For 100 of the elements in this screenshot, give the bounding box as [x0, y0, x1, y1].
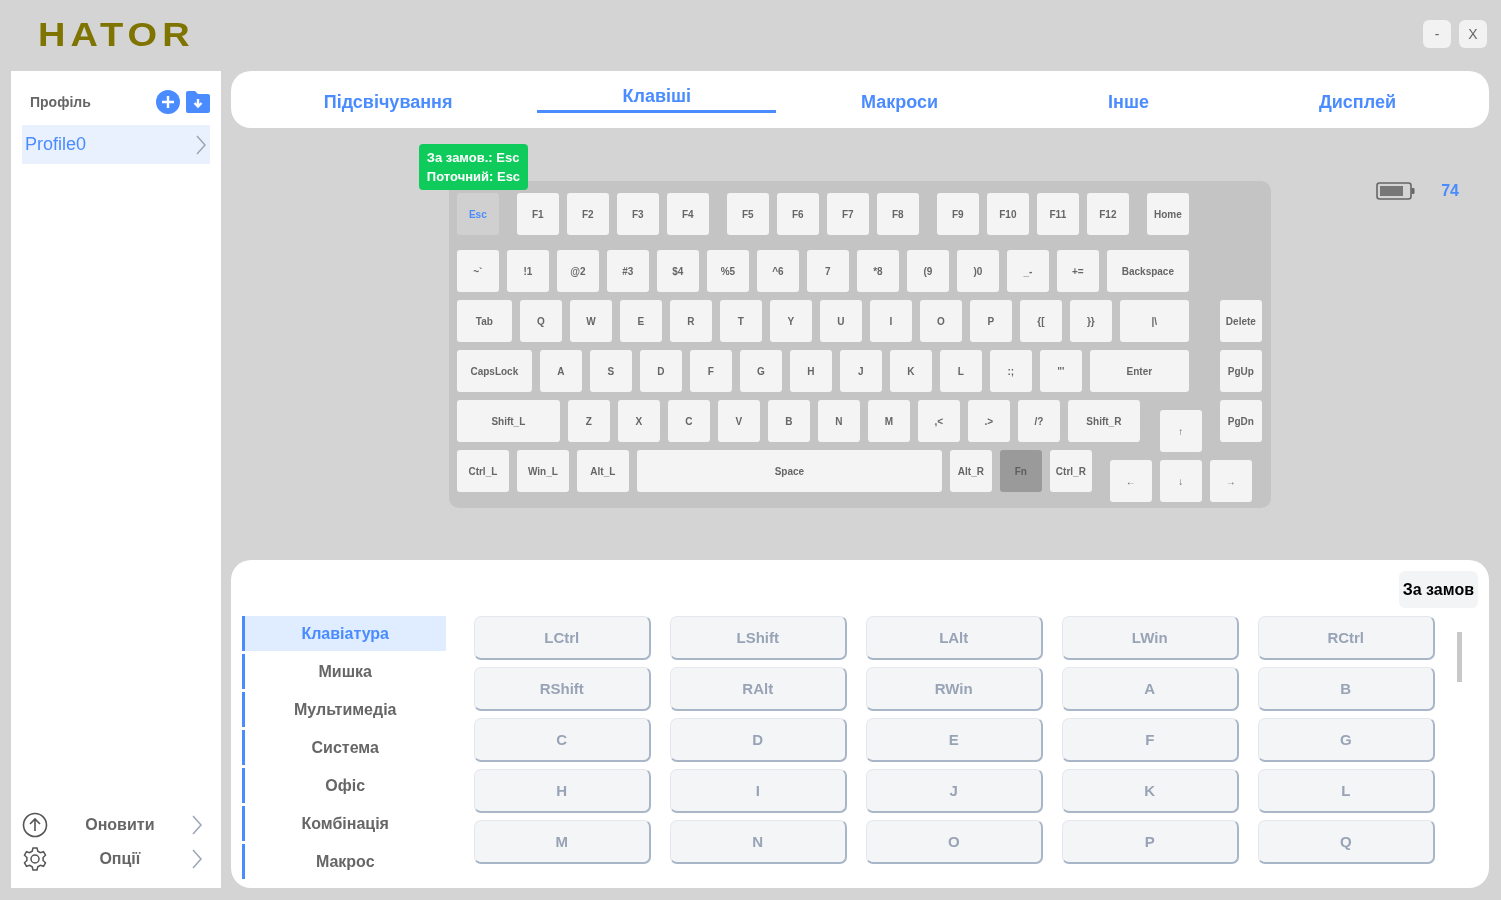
keyboard-key[interactable]: 7 [806, 250, 849, 292]
keyboard-key[interactable]: Space [636, 450, 942, 492]
keyboard-key[interactable]: Shift_R [1067, 400, 1140, 442]
keyboard-key[interactable]: W [569, 300, 612, 342]
keyboard-key[interactable]: K [889, 350, 932, 392]
keyboard-key[interactable]: U [819, 300, 862, 342]
keyboard-key[interactable]: O [919, 300, 962, 342]
keyboard-key[interactable]: PgUp [1219, 350, 1262, 392]
keyboard-key[interactable]: Tab [456, 300, 512, 342]
keyboard-key[interactable]: #3 [606, 250, 649, 292]
keyboard-key[interactable]: !1 [506, 250, 549, 292]
keyboard-key[interactable]: D [639, 350, 682, 392]
keyboard-key[interactable]: }} [1069, 300, 1112, 342]
keyboard-key[interactable]: Enter [1089, 350, 1189, 392]
keyboard-key[interactable]: %5 [706, 250, 749, 292]
keyboard-key[interactable]: H [789, 350, 832, 392]
custom-button[interactable]: За замов [1398, 571, 1478, 608]
keyboard-key[interactable]: P [969, 300, 1012, 342]
tooltip: За замов.: Esc Поточний: Esc [418, 144, 529, 190]
keyboard-key[interactable]: ← [1109, 460, 1152, 502]
keyboard-key[interactable]: Z [567, 400, 610, 442]
keyboard-key[interactable]: Backspace [1106, 250, 1189, 292]
keyboard-key[interactable]: F11 [1036, 193, 1079, 235]
keyboard-key[interactable]: J [839, 350, 882, 392]
keyboard-key[interactable]: C [667, 400, 710, 442]
keyboard-key[interactable]: .> [967, 400, 1010, 442]
keyboard-key[interactable]: )0 [956, 250, 999, 292]
menu-item[interactable]: Оновити [48, 816, 192, 834]
keyboard-key[interactable]: Alt_L [576, 450, 629, 492]
tab[interactable]: Підсвічування [238, 83, 538, 116]
tab[interactable]: Клавіші [537, 82, 776, 113]
keyboard-key[interactable]: F1 [516, 193, 559, 235]
keyboard-key[interactable]: F6 [776, 193, 819, 235]
profile-item[interactable]: Profile0 [22, 125, 210, 164]
keyboard-key[interactable]: V [717, 400, 760, 442]
keyboard-key[interactable]: F12 [1086, 193, 1129, 235]
keyboard-key[interactable]: ↑ [1159, 410, 1202, 452]
add-icon[interactable] [155, 90, 180, 114]
category-item[interactable]: Клавіатура [241, 616, 446, 651]
window-button[interactable]: - [1423, 20, 1451, 48]
keyboard-key[interactable]: I [869, 300, 912, 342]
keyboard-key[interactable]: PgDn [1219, 400, 1262, 442]
keyboard-key[interactable]: F7 [826, 193, 869, 235]
keyboard-key[interactable]: M [867, 400, 910, 442]
keyboard-key[interactable]: G [739, 350, 782, 392]
keyboard-key[interactable]: Shift_L [456, 400, 560, 442]
keyboard-key[interactable]: :; [989, 350, 1032, 392]
keyboard-key[interactable]: S [589, 350, 632, 392]
keyboard-key[interactable]: Q [519, 300, 562, 342]
tab[interactable]: Макроси [776, 83, 1024, 116]
tab[interactable]: Інше [1023, 83, 1234, 116]
keyboard-key[interactable]: Ctrl_L [456, 450, 509, 492]
battery-icon [1376, 182, 1416, 200]
keyboard-key[interactable]: $4 [656, 250, 699, 292]
keyboard-key[interactable]: X [617, 400, 660, 442]
keyboard-key[interactable]: E [619, 300, 662, 342]
tab[interactable]: Дисплей [1233, 83, 1481, 116]
keyboard-key[interactable]: ^6 [756, 250, 799, 292]
folder-download-icon[interactable] [185, 90, 210, 114]
profile-heading: Профіль [30, 94, 92, 110]
keyboard-key[interactable]: F8 [876, 193, 919, 235]
keyboard-key[interactable]: Home [1146, 193, 1189, 235]
keyboard-key[interactable]: Y [769, 300, 812, 342]
keyboard-key[interactable]: F2 [566, 193, 609, 235]
keyboard-key[interactable]: _- [1006, 250, 1049, 292]
chevron-right-icon [195, 134, 206, 155]
keyboard-key[interactable]: F [689, 350, 732, 392]
keyboard-key[interactable]: F3 [616, 193, 659, 235]
keyboard-key[interactable]: F9 [936, 193, 979, 235]
keyboard-key[interactable]: R [669, 300, 712, 342]
keyboard-key[interactable]: Alt_R [949, 450, 992, 492]
battery-level: 74 [1441, 182, 1459, 200]
keyboard-key[interactable]: B [767, 400, 810, 442]
keyboard-key[interactable]: N [817, 400, 860, 442]
keyboard-key[interactable]: @2 [556, 250, 599, 292]
keyboard-key[interactable]: F10 [986, 193, 1029, 235]
keyboard-key[interactable]: F5 [726, 193, 769, 235]
keyboard-key[interactable]: L [939, 350, 982, 392]
keyboard-key[interactable]: ,< [917, 400, 960, 442]
menu-item[interactable]: Опції [48, 850, 192, 868]
profile-name: Profile0 [25, 134, 87, 155]
keyboard-key[interactable]: += [1056, 250, 1099, 292]
keyboard-key[interactable]: |\ [1119, 300, 1189, 342]
keyboard-key[interactable]: A [539, 350, 582, 392]
keyboard-key[interactable]: ↓ [1159, 460, 1202, 502]
keyboard-key[interactable]: "' [1039, 350, 1082, 392]
keyboard-key[interactable]: *8 [856, 250, 899, 292]
keyboard-key[interactable]: F4 [666, 193, 709, 235]
keyboard-key[interactable]: /? [1017, 400, 1060, 442]
keyboard-key[interactable]: Win_L [516, 450, 569, 492]
keyboard-key[interactable]: Delete [1219, 300, 1262, 342]
scrollbar-thumb[interactable] [1456, 632, 1462, 682]
keyboard-key[interactable]: {[ [1019, 300, 1062, 342]
keyboard-key[interactable]: T [719, 300, 762, 342]
keyboard-key[interactable]: (9 [906, 250, 949, 292]
window-button[interactable]: X [1459, 20, 1487, 48]
keyboard-key[interactable]: ~` [456, 250, 499, 292]
keyboard-key[interactable]: Ctrl_R [1049, 450, 1092, 492]
keyboard-key[interactable]: → [1209, 460, 1252, 502]
keyboard-key[interactable]: CapsLock [456, 350, 532, 392]
